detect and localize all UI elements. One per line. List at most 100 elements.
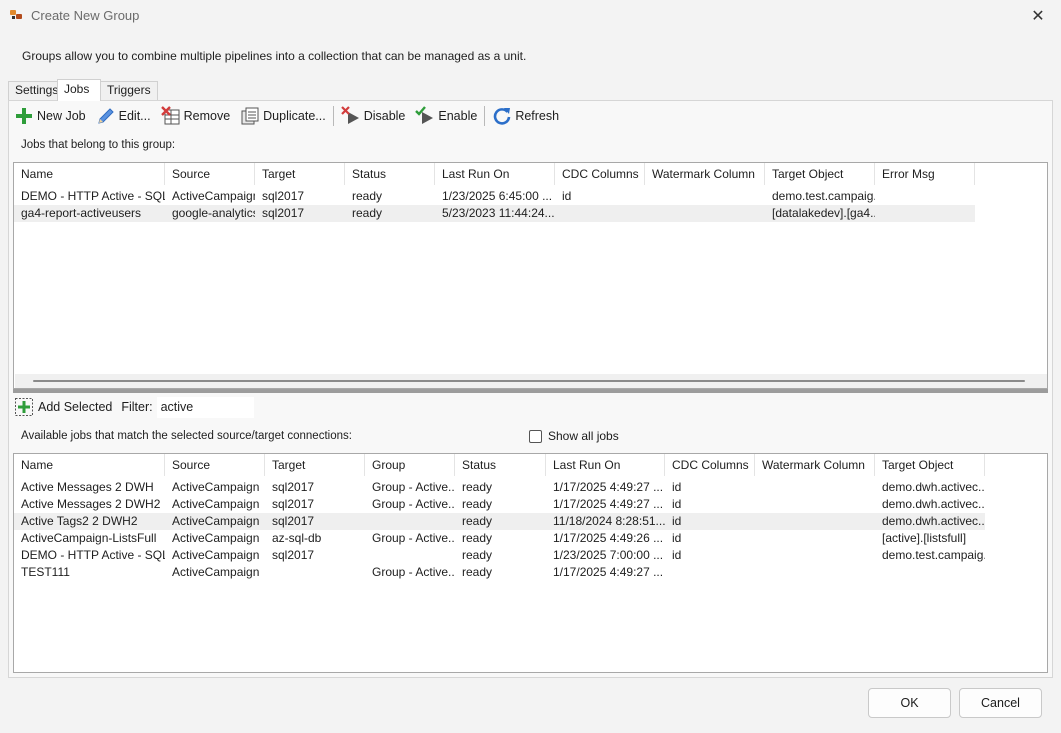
cell-watermark [645,205,765,222]
column-header[interactable]: Source [165,163,255,185]
table-row[interactable]: Active Tags2 2 DWH2 ActiveCampaign sql20… [14,513,985,530]
column-header[interactable]: Source [165,454,265,476]
cell-target-object: demo.dwh.activec... [882,497,985,511]
cell-name: ga4-report-activeusers [21,206,142,220]
table-row[interactable]: ActiveCampaign-ListsFull ActiveCampaign … [14,530,985,547]
refresh-icon [494,108,511,125]
add-selected-label: Add Selected [38,400,113,414]
cell-last-run: 1/17/2025 4:49:27 ... [553,565,664,579]
available-jobs-grid[interactable]: Name Source Target Group Status Last Run… [13,453,1048,673]
cell-source: google-analytics [172,206,255,220]
remove-button[interactable]: Remove [157,104,235,128]
cancel-button[interactable]: Cancel [959,688,1042,718]
cell-group: Group - Active... [372,480,455,494]
table-row[interactable]: DEMO - HTTP Active - SQL ActiveCampaign … [14,547,985,564]
app-logo-icon [10,10,22,19]
column-header[interactable]: Last Run On [546,454,665,476]
edit-label: Edit... [118,109,151,123]
cell-name: DEMO - HTTP Active - SQL [21,189,165,203]
disable-icon [340,106,359,124]
group-jobs-grid[interactable]: Name Source Target Status Last Run On CD… [13,162,1048,389]
column-header[interactable]: Status [345,163,435,185]
enable-label: Enable [438,109,478,123]
cell-source: ActiveCampaign [172,189,255,203]
tab-jobs[interactable]: Jobs [57,79,101,101]
toolbar-separator [332,106,334,126]
refresh-label: Refresh [515,109,560,123]
cell-cdc: id [672,480,682,494]
cell-target: sql2017 [262,189,305,203]
cell-target-object: demo.test.campaig... [772,189,875,203]
add-selected-icon [15,398,33,416]
show-all-jobs-option[interactable]: Show all jobs [529,429,619,443]
edit-button[interactable]: Edit... [92,104,155,128]
close-icon: ✕ [1031,8,1045,25]
column-header[interactable]: Status [455,454,546,476]
cell-cdc [665,564,755,581]
disable-button[interactable]: Disable [337,104,410,128]
new-job-label: New Job [37,109,86,123]
group-jobs-label: Jobs that belong to this group: [21,139,176,151]
column-header[interactable]: Target Object [875,454,985,476]
cell-cdc: id [562,189,572,203]
disable-label: Disable [363,109,406,123]
filter-input[interactable] [156,396,254,418]
refresh-button[interactable]: Refresh [488,104,563,128]
column-header[interactable]: Name [14,454,165,476]
grid-splitter[interactable] [13,389,1048,393]
enable-icon [415,106,434,124]
tab-triggers[interactable]: Triggers [100,81,158,100]
cell-cdc [555,205,645,222]
grid-header: Name Source Target Group Status Last Run… [14,454,985,476]
cell-target-object [875,564,985,581]
column-header[interactable]: CDC Columns [665,454,755,476]
table-row[interactable]: DEMO - HTTP Active - SQL ActiveCampaign … [14,188,975,205]
column-header[interactable]: Last Run On [435,163,555,185]
column-header[interactable]: Target [265,454,365,476]
table-row[interactable]: ga4-report-activeusers google-analytics … [14,205,975,222]
column-header[interactable]: Target Object [765,163,875,185]
remove-grid-icon [160,106,180,125]
cell-cdc: id [672,514,682,528]
cell-watermark [755,496,875,513]
scrollbar-thumb[interactable] [33,380,1025,382]
title-bar: Create New Group ✕ [0,0,1061,32]
cell-source: ActiveCampaign [172,565,260,579]
cell-error [875,205,975,222]
cell-status: ready [462,480,493,494]
duplicate-button[interactable]: Duplicate... [236,104,330,128]
close-button[interactable]: ✕ [1015,0,1061,32]
cell-target-object: [active].[listsfull] [882,531,967,545]
column-header[interactable]: Target [255,163,345,185]
table-row[interactable]: TEST111 ActiveCampaign Group - Active...… [14,564,985,581]
column-header[interactable]: Group [365,454,455,476]
cell-status: ready [352,206,383,220]
column-header[interactable]: CDC Columns [555,163,645,185]
column-header[interactable]: Watermark Column [755,454,875,476]
cell-name: ActiveCampaign-ListsFull [21,531,157,545]
cell-target: sql2017 [272,480,315,494]
cell-group [365,547,455,564]
column-header[interactable]: Name [14,163,165,185]
cell-cdc: id [672,531,682,545]
add-selected-button[interactable]: Add Selected [14,397,112,417]
duplicate-label: Duplicate... [263,109,326,123]
cell-target [265,564,365,581]
cell-status: ready [352,189,383,203]
toolbar-separator [484,106,486,126]
duplicate-icon [241,107,259,125]
cell-last-run: 5/23/2023 11:44:24... [442,206,555,220]
cell-watermark [755,547,875,564]
enable-button[interactable]: Enable [411,104,481,128]
column-header[interactable]: Watermark Column [645,163,765,185]
column-header[interactable]: Error Msg [875,163,975,185]
new-job-button[interactable]: New Job [10,104,90,128]
show-all-jobs-checkbox[interactable] [529,429,542,443]
table-row[interactable]: Active Messages 2 DWH2 ActiveCampaign sq… [14,496,985,513]
cell-last-run: 1/17/2025 4:49:27 ... [553,497,664,511]
horizontal-scrollbar[interactable] [15,374,1047,388]
table-row[interactable]: Active Messages 2 DWH ActiveCampaign sql… [14,479,985,496]
cell-target-object: demo.dwh.activec... [882,480,985,494]
ok-button[interactable]: OK [868,688,951,718]
cell-name: Active Tags2 2 DWH2 [21,514,138,528]
